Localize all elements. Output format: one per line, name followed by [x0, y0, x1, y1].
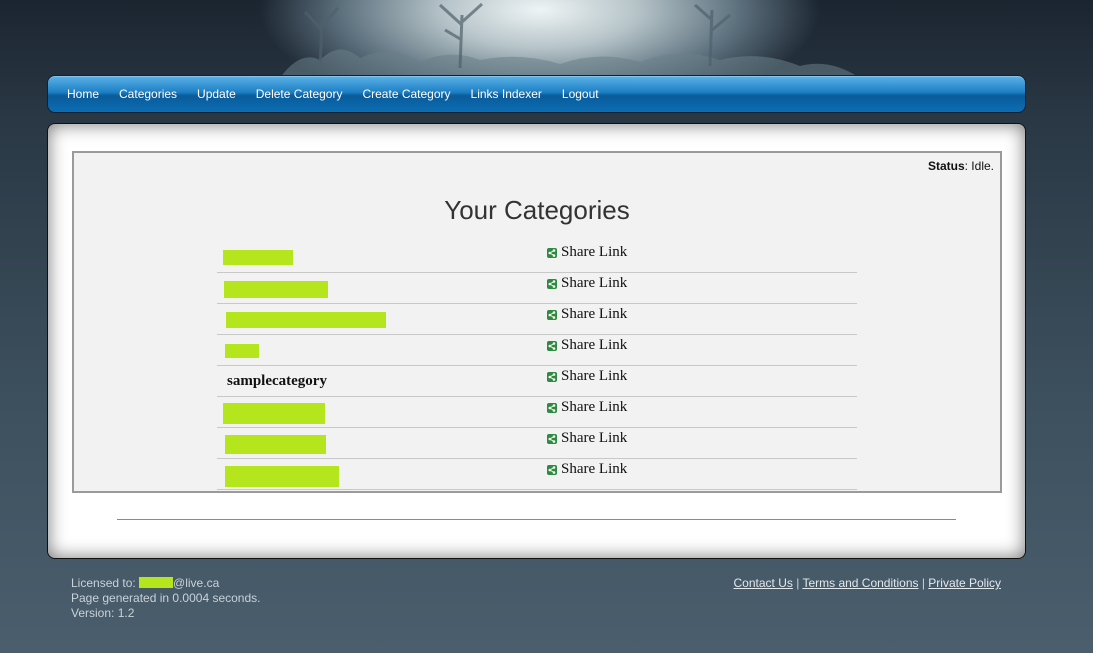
link-separator: |	[918, 576, 929, 590]
terms-link[interactable]: Terms and Conditions	[802, 576, 918, 590]
licensed-suffix: @live.ca	[173, 576, 220, 590]
content-panel: Status: Idle. Your Categories Share Link…	[47, 123, 1026, 559]
nav-item-delete-category[interactable]: Delete Category	[256, 87, 343, 101]
share-icon	[547, 464, 557, 475]
version-text: Version: 1.2	[71, 606, 135, 620]
page-title: Your Categories	[444, 195, 630, 225]
share-icon	[547, 402, 557, 413]
redacted-category-name	[225, 466, 339, 487]
share-icon	[547, 371, 557, 382]
share-icon	[547, 247, 557, 258]
redacted-category-name	[223, 403, 325, 424]
category-row: Share Link	[217, 459, 857, 490]
footer-info: Licensed to: @live.ca Page generated in …	[71, 576, 260, 621]
share-link-label: Share Link	[561, 461, 628, 477]
share-link[interactable]: Share Link	[547, 368, 627, 385]
share-link-label: Share Link	[561, 368, 628, 384]
link-separator: |	[792, 576, 803, 590]
share-icon	[547, 433, 557, 444]
share-link[interactable]: Share Link	[547, 306, 627, 323]
share-link[interactable]: Share Link	[547, 430, 627, 447]
share-link-label: Share Link	[561, 337, 628, 353]
redacted-category-name	[224, 281, 328, 298]
nav-item-logout[interactable]: Logout	[562, 87, 599, 101]
share-link-label: Share Link	[561, 430, 628, 446]
share-link[interactable]: Share Link	[547, 399, 627, 416]
category-row: Share Link	[217, 335, 857, 366]
share-icon	[547, 309, 557, 320]
nav-item-categories[interactable]: Categories	[119, 87, 177, 101]
redacted-category-name	[225, 435, 326, 454]
categories-box: Status: Idle. Your Categories Share Link…	[72, 151, 1002, 493]
category-row: Share Link	[217, 242, 857, 273]
categories-table: Share Link Share Link Share Link Share L…	[217, 242, 857, 490]
footer-links: Contact Us | Terms and Conditions | Priv…	[734, 576, 1002, 590]
redacted-category-name	[223, 250, 293, 265]
share-link[interactable]: Share Link	[547, 244, 627, 261]
share-link-label: Share Link	[561, 306, 628, 322]
share-link-label: Share Link	[561, 244, 628, 260]
share-link-label: Share Link	[561, 275, 628, 291]
category-row: Share Link	[217, 273, 857, 304]
category-name[interactable]: samplecategory	[227, 373, 327, 390]
share-link-label: Share Link	[561, 399, 628, 415]
share-link[interactable]: Share Link	[547, 275, 627, 292]
nav-item-create-category[interactable]: Create Category	[362, 87, 450, 101]
share-icon	[547, 278, 557, 289]
category-row: Share Link	[217, 428, 857, 459]
status-indicator: Status: Idle.	[928, 159, 994, 173]
share-icon	[547, 340, 557, 351]
category-row: Share Link	[217, 397, 857, 428]
redacted-category-name	[225, 344, 259, 358]
nav-item-update[interactable]: Update	[197, 87, 236, 101]
main-navbar: Home Categories Update Delete Category C…	[47, 75, 1026, 113]
privacy-policy-link[interactable]: Private Policy	[928, 576, 1001, 590]
generation-time: Page generated in 0.0004 seconds.	[71, 591, 261, 605]
redacted-email-user	[139, 577, 174, 588]
redacted-category-name	[226, 312, 386, 328]
licensed-prefix: Licensed to:	[71, 576, 140, 590]
spooky-trees-decoration	[280, 2, 860, 78]
contact-us-link[interactable]: Contact Us	[734, 576, 793, 590]
status-label: Status	[927, 159, 965, 173]
category-row: Share Link	[217, 304, 857, 335]
status-value: : Idle.	[964, 159, 994, 173]
license-line: Licensed to: @live.ca	[71, 576, 260, 591]
nav-item-home[interactable]: Home	[67, 87, 99, 101]
category-row: samplecategory Share Link	[217, 366, 857, 397]
share-link[interactable]: Share Link	[547, 461, 627, 478]
nav-list: Home Categories Update Delete Category C…	[67, 76, 619, 112]
nav-item-links-indexer[interactable]: Links Indexer	[471, 87, 542, 101]
header-banner	[0, 0, 1093, 80]
share-link[interactable]: Share Link	[547, 337, 627, 354]
divider	[117, 519, 956, 520]
